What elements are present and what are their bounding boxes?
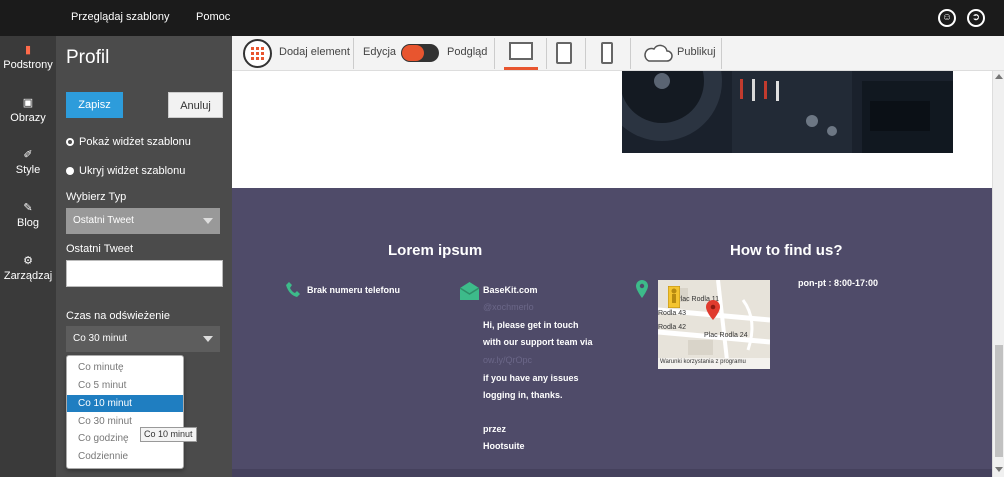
add-element-button[interactable]: Dodaj element — [279, 46, 350, 58]
divider — [585, 38, 586, 69]
active-device-indicator — [504, 67, 538, 70]
divider — [494, 38, 495, 69]
radio-hide-widget[interactable]: Ukryj widżet szablonu — [66, 165, 185, 177]
email-line: Hi, please get in touch — [483, 320, 579, 330]
panel-title: Profil — [66, 47, 110, 68]
brush-icon: ✐ — [23, 149, 33, 161]
top-bar: Przeglądaj szablony Pomoc ☺ ➲ — [0, 0, 1004, 36]
tweet-input[interactable] — [66, 260, 223, 287]
dropdown-option[interactable]: Codziennie — [67, 448, 183, 465]
nav-label: Style — [15, 164, 41, 176]
radio-show-widget[interactable]: Pokaż widżet szablonu — [66, 136, 191, 148]
preview-mode-label: Podgląd — [447, 46, 488, 58]
email-icon — [460, 282, 479, 300]
tweet-label: Ostatni Tweet — [66, 243, 134, 255]
nav-label: Blog — [16, 217, 40, 229]
refresh-select[interactable]: Co 30 minut — [66, 326, 220, 352]
map-label: Rodla 43 — [658, 310, 687, 317]
cloud-icon[interactable] — [641, 43, 673, 63]
footer-heading-right: How to find us? — [730, 242, 843, 259]
footer-bottom-strip — [232, 469, 992, 477]
email-handle: @xochmerlo — [483, 302, 534, 312]
dropdown-option-highlighted[interactable]: Co 10 minut — [67, 395, 183, 412]
email-line: if you have any issues — [483, 373, 579, 383]
email-line: with our support team via — [483, 337, 593, 347]
help-link[interactable]: Pomoc — [196, 11, 230, 23]
map-label: Rodla 42 — [658, 324, 687, 331]
map-terms[interactable]: Warunki korzystania z programu — [660, 359, 746, 365]
tablet-icon[interactable] — [556, 42, 572, 64]
page-canvas: Lorem ipsum How to find us? Brak numeru … — [232, 71, 992, 477]
nav-item-style[interactable]: ✐ Style — [0, 149, 56, 176]
phone-icon[interactable] — [601, 42, 613, 64]
chevron-down-icon — [203, 218, 213, 224]
location-map[interactable]: Plac Rodla 11 Rodla 43 Rodla 42 Plac Rod… — [658, 280, 770, 369]
divider — [721, 38, 722, 69]
phone-icon — [286, 282, 300, 297]
add-element-icon[interactable] — [243, 39, 272, 68]
cancel-button[interactable]: Anuluj — [168, 92, 223, 118]
nav-label: Obrazy — [10, 112, 46, 124]
footer-section: Lorem ipsum How to find us? Brak numeru … — [232, 188, 992, 477]
phone-text: Brak numeru telefonu — [307, 285, 401, 295]
chevron-down-icon — [203, 336, 213, 342]
radio-label: Ukryj widżet szablonu — [79, 165, 186, 177]
nav-item-zarzadzaj[interactable]: ⚙ Zarządzaj — [0, 255, 56, 282]
nav-label: Podstrony — [3, 59, 53, 71]
divider — [630, 38, 631, 69]
map-marker-icon — [706, 300, 720, 320]
scroll-up-icon[interactable] — [995, 74, 1003, 79]
email-line: logging in, thanks. — [483, 390, 563, 400]
editor-toolbar: Dodaj element Edycja Podgląd Publikuj — [232, 36, 1004, 71]
vertical-scrollbar[interactable] — [992, 71, 1004, 477]
email-title: BaseKit.com — [483, 285, 538, 295]
page-icon: ▮ — [24, 44, 32, 56]
opening-hours: pon-pt : 8:00-17:00 — [798, 278, 879, 288]
image-icon: ▣ — [22, 97, 34, 109]
footer-heading-left: Lorem ipsum — [388, 242, 483, 259]
nav-item-obrazy[interactable]: ▣ Obrazy — [0, 97, 56, 124]
divider — [353, 38, 354, 69]
location-pin-icon — [636, 280, 648, 298]
map-label: Plac Rodla 24 — [704, 332, 748, 339]
street-view-icon[interactable] — [668, 286, 680, 308]
save-button[interactable]: Zapisz — [66, 92, 123, 118]
email-line: Hootsuite — [483, 441, 525, 451]
radio-selected-icon — [66, 138, 74, 147]
refresh-select-value: Co 30 minut — [73, 333, 127, 344]
type-label: Wybierz Typ — [66, 191, 127, 203]
nav-item-blog[interactable]: ✎ Blog — [0, 202, 56, 229]
email-link[interactable]: ow.ly/QrOpc — [483, 355, 532, 365]
refresh-dropdown: Co minutę Co 5 minut Co 10 minut Co 30 m… — [66, 355, 184, 469]
refresh-label: Czas na odświeżenie — [66, 310, 170, 322]
edit-mode-label: Edycja — [363, 46, 397, 58]
radio-unselected-icon — [66, 167, 74, 176]
account-icon[interactable]: ☺ — [938, 9, 956, 27]
scroll-down-icon[interactable] — [995, 467, 1003, 472]
turntable-image — [622, 71, 953, 153]
publish-button[interactable]: Publikuj — [677, 46, 716, 58]
radio-label: Pokaż widżet szablonu — [79, 136, 191, 148]
dropdown-option[interactable]: Co minutę — [67, 359, 183, 376]
browse-templates-link[interactable]: Przeglądaj szablony — [71, 11, 169, 23]
gear-icon: ⚙ — [23, 255, 33, 267]
email-line: przez — [483, 424, 507, 434]
type-select[interactable]: Ostatni Tweet — [66, 208, 220, 234]
edit-icon: ✎ — [23, 202, 33, 214]
scrollbar-thumb[interactable] — [995, 345, 1003, 457]
nav-item-podstrony[interactable]: ▮ Podstrony — [0, 44, 56, 71]
option-tooltip: Co 10 minut — [140, 427, 197, 442]
nav-label: Zarządzaj — [3, 270, 53, 282]
divider — [546, 38, 547, 69]
edit-preview-toggle[interactable] — [401, 44, 439, 62]
dropdown-option[interactable]: Co 5 minut — [67, 377, 183, 394]
left-nav: ▮ Podstrony ▣ Obrazy ✐ Style ✎ Blog ⚙ Za… — [0, 36, 56, 477]
desktop-icon[interactable] — [509, 42, 533, 60]
logout-icon[interactable]: ➲ — [967, 9, 985, 27]
type-select-value: Ostatni Tweet — [73, 215, 134, 226]
